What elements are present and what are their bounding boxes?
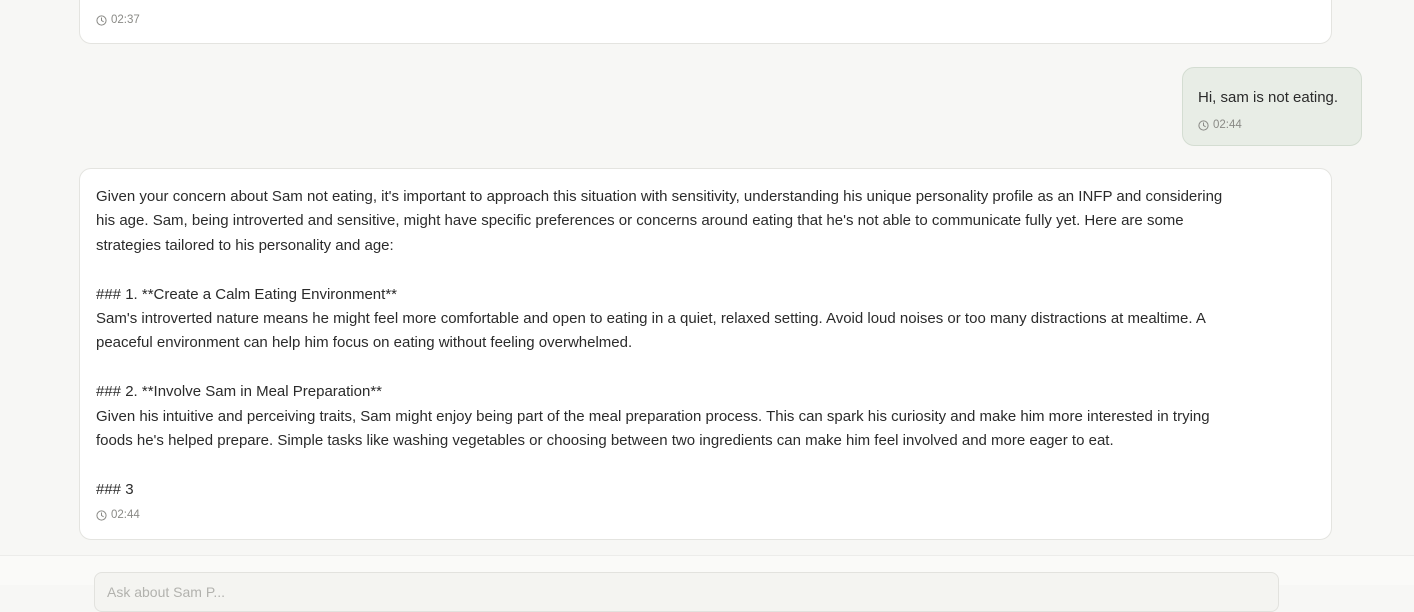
message-timestamp: 02:44 <box>1198 119 1346 131</box>
assistant-message: Given your concern about Sam not eating,… <box>79 168 1332 540</box>
message-timestamp: 02:37 <box>96 14 140 26</box>
timestamp-text: 02:44 <box>111 509 140 521</box>
message-line: Sam's introverted nature means he might … <box>96 310 1206 328</box>
message-line: strategies tailored to his personality a… <box>96 236 394 254</box>
message-line <box>96 258 1315 282</box>
assistant-message-previous: 02:37 <box>79 0 1332 44</box>
message-heading: ### 3 <box>96 480 134 498</box>
timestamp-text: 02:44 <box>1213 119 1242 132</box>
clock-icon <box>96 509 107 521</box>
timestamp-text: 02:37 <box>111 14 140 26</box>
message-timestamp: 02:44 <box>96 509 140 521</box>
message-input[interactable] <box>94 572 1279 612</box>
user-message-text: Hi, sam is not eating. <box>1198 89 1339 106</box>
clock-icon <box>96 14 107 26</box>
message-heading: ### 2. **Involve Sam in Meal Preparation… <box>96 383 382 401</box>
user-message: Hi, sam is not eating. 02:44 <box>1182 67 1362 146</box>
clock-icon <box>1198 120 1209 131</box>
chat-thread: 02:37 Hi, sam is not eating. 02:44 Given… <box>0 0 1414 555</box>
message-line: his age. Sam, being introverted and sens… <box>96 212 1184 230</box>
message-line: Given his intuitive and perceiving trait… <box>96 407 1210 425</box>
message-line: Given your concern about Sam not eating,… <box>96 188 1223 205</box>
assistant-message-text: Given your concern about Sam not eating,… <box>96 185 1315 502</box>
composer-bar <box>0 555 1414 612</box>
message-heading: ### 1. **Create a Calm Eating Environmen… <box>96 285 397 303</box>
message-line <box>96 356 1315 380</box>
message-line <box>96 453 1315 477</box>
message-line: peaceful environment can help him focus … <box>96 334 633 352</box>
message-line: foods he's helped prepare. Simple tasks … <box>96 432 1114 450</box>
